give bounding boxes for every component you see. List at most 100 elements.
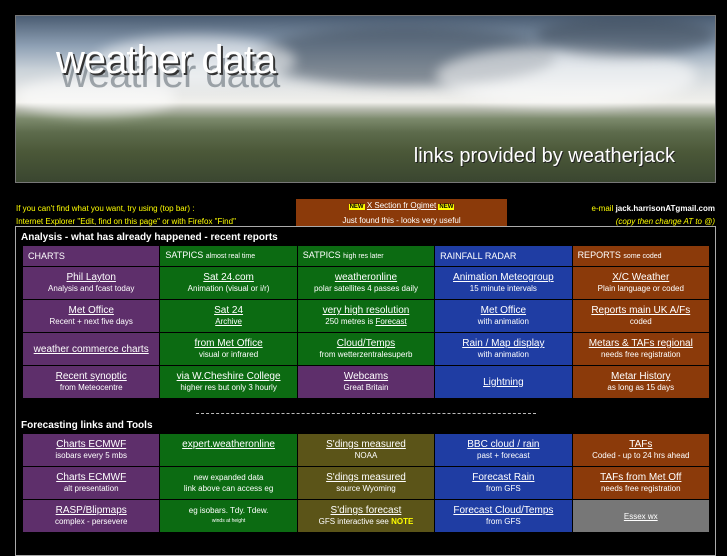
email-hint: (copy then change AT to @) bbox=[615, 217, 715, 226]
link[interactable]: Webcams bbox=[298, 371, 434, 382]
link[interactable]: weather commerce charts bbox=[23, 344, 159, 355]
link-desc: needs free registration bbox=[600, 350, 681, 359]
link-desc: from wetterzentralesuperb bbox=[319, 350, 413, 359]
analysis-heading: Analysis - what has already happened - r… bbox=[21, 232, 278, 243]
link-cell[interactable]: Webcams Great Britain bbox=[297, 366, 435, 398]
link[interactable]: weatheronline bbox=[298, 272, 434, 283]
new-badge-right: NEW bbox=[438, 204, 455, 210]
link-cell[interactable]: S'dings forecast GFS interactive see NOTE bbox=[297, 500, 435, 532]
link-cell[interactable]: Charts ECMWF alt presentation bbox=[23, 467, 160, 499]
link-desc: GFS interactive see bbox=[318, 517, 389, 526]
link-desc: alt presentation bbox=[63, 484, 119, 493]
link-desc: 250 metres is bbox=[325, 317, 374, 326]
link-desc: isobars every 5 mbs bbox=[55, 451, 127, 460]
link-cell[interactable]: weatheronline polar satellites 4 passes d… bbox=[297, 267, 435, 299]
link[interactable]: Met Office bbox=[23, 305, 159, 316]
link[interactable]: Rain / Map display bbox=[435, 338, 571, 349]
link[interactable]: Charts ECMWF bbox=[23, 472, 159, 483]
link[interactable]: X/C Weather bbox=[573, 272, 709, 283]
link-cell[interactable]: Charts ECMWF isobars every 5 mbs bbox=[23, 434, 160, 466]
link[interactable]: Forecast Cloud/Temps bbox=[435, 505, 571, 516]
link[interactable]: Met Office bbox=[435, 305, 571, 316]
link-cell[interactable]: Animation Meteogroup 15 minute intervals bbox=[435, 267, 572, 299]
link[interactable]: Animation Meteogroup bbox=[435, 272, 571, 283]
header-satpics-realtime: SATPICS almost real time bbox=[160, 246, 297, 266]
forecast-link[interactable]: Forecast bbox=[376, 317, 407, 326]
email-label: e-mail bbox=[591, 204, 614, 213]
contact-email: e-mail jack.harrisonATgmail.com (copy th… bbox=[592, 202, 715, 228]
note-label: NOTE bbox=[391, 517, 414, 526]
link[interactable]: Lightning bbox=[435, 377, 571, 388]
search-hint: If you can't find what you want, try usi… bbox=[16, 202, 236, 228]
banner-subtitle: links provided by weatherjack bbox=[413, 145, 675, 167]
link-cell[interactable]: TAFs from Met Off needs free registration bbox=[572, 467, 709, 499]
link-cell[interactable]: Cloud/Temps from wetterzentralesuperb bbox=[297, 333, 435, 365]
link-cell[interactable]: Lightning bbox=[435, 366, 572, 398]
link-cell[interactable]: Recent synoptic from Meteocentre bbox=[23, 366, 160, 398]
header-satpics-highres: SATPICS high res later bbox=[297, 246, 435, 266]
link[interactable]: Metar History bbox=[573, 371, 709, 382]
link[interactable]: BBC cloud / rain bbox=[435, 439, 571, 450]
header-reports: REPORTS some coded bbox=[572, 246, 709, 266]
new-link-notice[interactable]: NEW X Section fr Ogimet NEW Just found t… bbox=[296, 199, 507, 226]
header-rainfall-radar: RAINFALL RADAR bbox=[435, 246, 572, 266]
archive-link[interactable]: Archive bbox=[160, 316, 296, 327]
link-cell[interactable]: very high resolution 250 metres is Foreca… bbox=[297, 300, 435, 332]
link-cell[interactable]: Rain / Map display with animation bbox=[435, 333, 572, 365]
link[interactable]: RASP/Blipmaps bbox=[23, 505, 159, 516]
link-cell[interactable]: S'dings measured source Wyoming bbox=[297, 467, 435, 499]
link-cell[interactable]: Metar History as long as 15 days bbox=[572, 366, 709, 398]
link[interactable]: via W.Cheshire College bbox=[160, 371, 296, 382]
link-cell[interactable]: Sat 24 Archive bbox=[160, 300, 297, 332]
link-cell[interactable]: weather commerce charts bbox=[23, 333, 160, 365]
link[interactable]: TAFs from Met Off bbox=[573, 472, 709, 483]
link-cell[interactable]: via W.Cheshire College higher res but onl… bbox=[160, 366, 297, 398]
link-cell[interactable]: S'dings measured NOAA bbox=[297, 434, 435, 466]
link-cell[interactable]: Sat 24.com Animation (visual or i/r) bbox=[160, 267, 297, 299]
link[interactable]: Cloud/Temps bbox=[298, 338, 434, 349]
link-desc: Animation (visual or i/r) bbox=[187, 284, 270, 293]
link[interactable]: Essex wx bbox=[573, 511, 709, 522]
link[interactable]: very high resolution bbox=[298, 305, 434, 316]
link-desc: Great Britain bbox=[343, 383, 389, 392]
link-cell[interactable]: Phil Layton Analysis and fcast today bbox=[23, 267, 160, 299]
link-desc: coded bbox=[629, 317, 652, 326]
notice-link[interactable]: X Section fr Ogimet bbox=[367, 201, 436, 210]
link[interactable]: S'dings measured bbox=[298, 439, 434, 450]
link[interactable]: TAFs bbox=[573, 439, 709, 450]
link[interactable]: Charts ECMWF bbox=[23, 439, 159, 450]
link-cell[interactable]: Forecast Rain from GFS bbox=[435, 467, 572, 499]
analysis-header-row: CHARTS SATPICS almost real time SATPICS … bbox=[23, 246, 709, 266]
link[interactable]: Forecast Rain bbox=[435, 472, 571, 483]
link-cell[interactable]: TAFs Coded - up to 24 hrs ahead bbox=[572, 434, 709, 466]
link[interactable]: Reports main UK A/Fs bbox=[573, 305, 709, 316]
link-cell[interactable]: Met Office with animation bbox=[435, 300, 572, 332]
header-charts: CHARTS bbox=[23, 246, 160, 266]
link[interactable]: Sat 24 bbox=[160, 305, 296, 316]
forecasting-row: RASP/Blipmaps complex - persevere eg isob… bbox=[23, 500, 709, 532]
link-desc: Coded - up to 24 hrs ahead bbox=[592, 451, 690, 460]
link[interactable]: S'dings forecast bbox=[298, 505, 434, 516]
link[interactable]: from Met Office bbox=[160, 338, 296, 349]
link-cell[interactable]: Reports main UK A/Fs coded bbox=[572, 300, 709, 332]
search-hint-line-1: If you can't find what you want, try usi… bbox=[16, 204, 195, 213]
link-cell[interactable]: RASP/Blipmaps complex - persevere bbox=[23, 500, 160, 532]
link-cell[interactable]: Essex wx bbox=[572, 500, 709, 532]
email-address[interactable]: jack.harrisonATgmail.com bbox=[616, 204, 715, 213]
link-cell[interactable]: Met Office Recent + next five days bbox=[23, 300, 160, 332]
link[interactable]: expert.weatheronline bbox=[160, 439, 296, 450]
section-divider bbox=[196, 413, 536, 414]
analysis-row: Phil Layton Analysis and fcast today Sat … bbox=[23, 267, 709, 299]
link-cell[interactable]: X/C Weather Plain language or coded bbox=[572, 267, 709, 299]
link-cell[interactable]: Metars & TAFs regional needs free registr… bbox=[572, 333, 709, 365]
link[interactable]: Phil Layton bbox=[23, 272, 159, 283]
link-cell[interactable]: Forecast Cloud/Temps from GFS bbox=[435, 500, 572, 532]
link[interactable]: S'dings measured bbox=[298, 472, 434, 483]
link[interactable]: Recent synoptic bbox=[23, 371, 159, 382]
link[interactable]: Metars & TAFs regional bbox=[573, 338, 709, 349]
link-cell[interactable]: from Met Office visual or infrared bbox=[160, 333, 297, 365]
link-cell[interactable]: BBC cloud / rain past + forecast bbox=[435, 434, 572, 466]
link-desc: 15 minute intervals bbox=[469, 284, 537, 293]
link-cell[interactable]: expert.weatheronline bbox=[160, 434, 297, 466]
link[interactable]: Sat 24.com bbox=[160, 272, 296, 283]
